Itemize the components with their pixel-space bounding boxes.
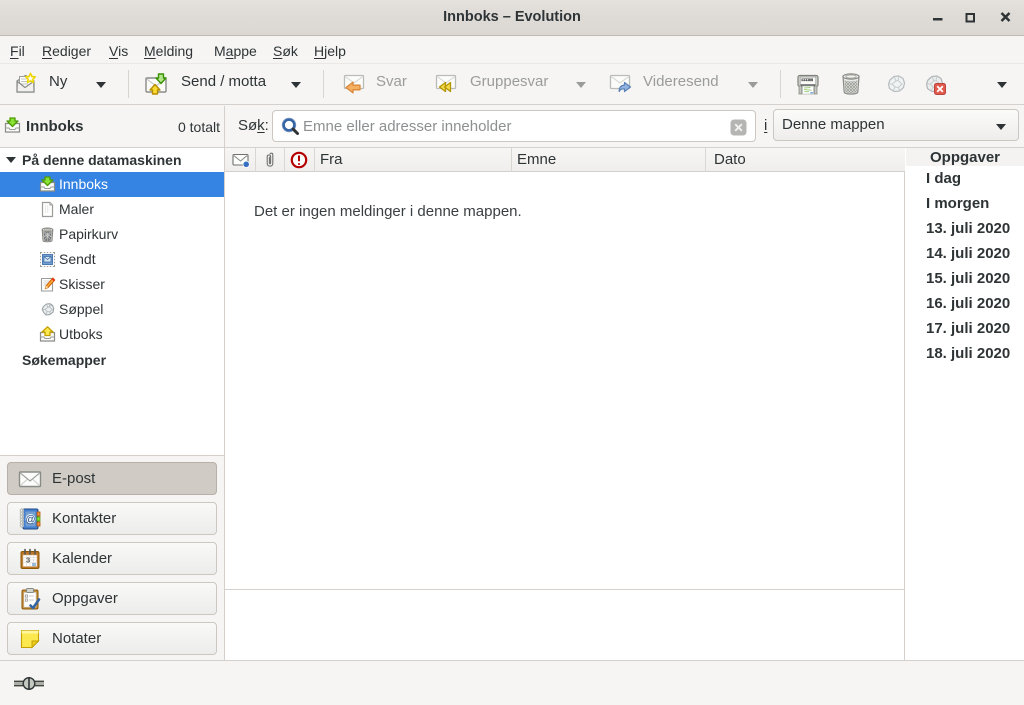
svg-text:3: 3	[26, 556, 30, 565]
svg-text:@: @	[25, 514, 35, 525]
